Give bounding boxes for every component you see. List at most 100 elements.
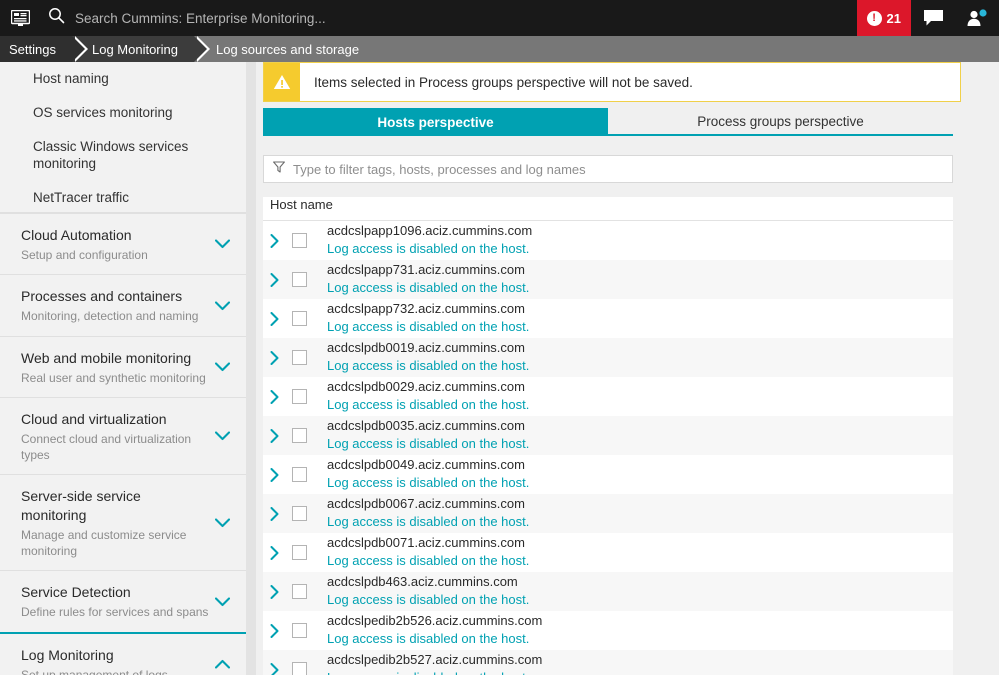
- chevron-right-icon[interactable]: [270, 390, 292, 404]
- table-row[interactable]: acdcslpapp732.aciz.cummins.com Log acces…: [263, 299, 953, 338]
- host-status[interactable]: Log access is disabled on the host.: [327, 554, 529, 569]
- sidebar-section-title: Cloud and virtualization: [21, 410, 210, 429]
- alert-badge[interactable]: ! 21: [857, 0, 911, 36]
- host-status[interactable]: Log access is disabled on the host.: [327, 281, 529, 296]
- sidebar-section-processes-and-containers[interactable]: Processes and containers Monitoring, det…: [0, 274, 246, 335]
- tab-process-groups-perspective[interactable]: Process groups perspective: [608, 108, 953, 136]
- breadcrumb-item-log-monitoring[interactable]: Log Monitoring: [72, 36, 194, 62]
- table-row[interactable]: acdcslpdb0071.aciz.cummins.com Log acces…: [263, 533, 953, 572]
- chevron-up-icon[interactable]: [215, 660, 230, 669]
- breadcrumb-label: Settings: [9, 42, 56, 57]
- host-status[interactable]: Log access is disabled on the host.: [327, 437, 529, 452]
- sidebar-section-subtitle: Setup and configuration: [21, 248, 210, 264]
- breadcrumb-label: Log sources and storage: [216, 42, 359, 57]
- row-checkbox[interactable]: [292, 389, 307, 404]
- host-status[interactable]: Log access is disabled on the host.: [327, 515, 529, 530]
- chevron-down-icon[interactable]: [215, 363, 230, 372]
- chevron-right-icon[interactable]: [270, 624, 292, 638]
- sidebar-section-subtitle: Connect cloud and virtualization types: [21, 432, 210, 463]
- host-status[interactable]: Log access is disabled on the host.: [327, 632, 542, 647]
- table-row[interactable]: acdcslpedib2b527.aciz.cummins.com Log ac…: [263, 650, 953, 675]
- settings-sidebar[interactable]: Host naming OS services monitoring Class…: [0, 62, 246, 675]
- tab-hosts-perspective[interactable]: Hosts perspective: [263, 108, 608, 136]
- row-checkbox[interactable]: [292, 272, 307, 287]
- row-texts: acdcslpapp732.aciz.cummins.com Log acces…: [327, 302, 529, 335]
- user-account-icon[interactable]: [955, 0, 999, 36]
- table-row[interactable]: acdcslpapp1096.aciz.cummins.com Log acce…: [263, 221, 953, 260]
- sidebar-item-label: Host naming: [33, 71, 109, 86]
- table-row[interactable]: acdcslpdb463.aciz.cummins.com Log access…: [263, 572, 953, 611]
- chevron-right-icon[interactable]: [270, 429, 292, 443]
- host-table: Host name acdcslpapp1096.aciz.cummins.co…: [263, 197, 953, 675]
- sidebar-item-nettracer-traffic[interactable]: NetTracer traffic: [0, 181, 246, 213]
- host-status[interactable]: Log access is disabled on the host.: [327, 476, 529, 491]
- host-status[interactable]: Log access is disabled on the host.: [327, 242, 532, 257]
- chat-icon[interactable]: [911, 0, 955, 36]
- host-name: acdcslpapp731.aciz.cummins.com: [327, 263, 529, 278]
- host-status[interactable]: Log access is disabled on the host.: [327, 593, 529, 608]
- row-checkbox[interactable]: [292, 428, 307, 443]
- chevron-right-icon[interactable]: [270, 663, 292, 675]
- sidebar-item-classic-windows-services-monitoring[interactable]: Classic Windows services monitoring: [0, 130, 246, 180]
- host-name: acdcslpdb0029.aciz.cummins.com: [327, 380, 529, 395]
- sidebar-section-web-and-mobile-monitoring[interactable]: Web and mobile monitoring Real user and …: [0, 336, 246, 397]
- table-row[interactable]: acdcslpdb0067.aciz.cummins.com Log acces…: [263, 494, 953, 533]
- breadcrumb-item-settings[interactable]: Settings: [0, 36, 72, 62]
- row-checkbox[interactable]: [292, 545, 307, 560]
- row-texts: acdcslpedib2b526.aciz.cummins.com Log ac…: [327, 614, 542, 647]
- row-checkbox[interactable]: [292, 233, 307, 248]
- sidebar-item-label: NetTracer traffic: [33, 190, 129, 205]
- row-checkbox[interactable]: [292, 584, 307, 599]
- host-name: acdcslpdb0035.aciz.cummins.com: [327, 419, 529, 434]
- chevron-right-icon[interactable]: [270, 468, 292, 482]
- search-icon: [48, 7, 65, 29]
- chevron-right-icon[interactable]: [270, 234, 292, 248]
- host-name: acdcslpedib2b527.aciz.cummins.com: [327, 653, 542, 668]
- chevron-right-icon[interactable]: [270, 351, 292, 365]
- search-input[interactable]: [75, 1, 857, 35]
- chevron-right-icon[interactable]: [270, 273, 292, 287]
- table-row[interactable]: acdcslpedib2b526.aciz.cummins.com Log ac…: [263, 611, 953, 650]
- alert-count: 21: [887, 11, 901, 26]
- host-status[interactable]: Log access is disabled on the host.: [327, 359, 529, 374]
- warning-banner: Items selected in Process groups perspec…: [263, 62, 961, 102]
- row-checkbox[interactable]: [292, 623, 307, 638]
- sidebar-section-service-detection[interactable]: Service Detection Define rules for servi…: [0, 570, 246, 631]
- sidebar-item-host-naming[interactable]: Host naming: [0, 62, 246, 96]
- filter-box[interactable]: [263, 155, 953, 183]
- chevron-right-icon[interactable]: [270, 546, 292, 560]
- host-name: acdcslpdb0049.aciz.cummins.com: [327, 458, 529, 473]
- sidebar-section-log-monitoring[interactable]: Log Monitoring Set up management of logs: [0, 632, 246, 675]
- row-checkbox[interactable]: [292, 506, 307, 521]
- host-status[interactable]: Log access is disabled on the host.: [327, 671, 542, 675]
- table-row[interactable]: acdcslpdb0019.aciz.cummins.com Log acces…: [263, 338, 953, 377]
- row-checkbox[interactable]: [292, 662, 307, 675]
- dashboard-icon[interactable]: [0, 0, 40, 36]
- sidebar-item-os-services-monitoring[interactable]: OS services monitoring: [0, 96, 246, 130]
- chevron-down-icon[interactable]: [215, 518, 230, 527]
- breadcrumb-label: Log Monitoring: [92, 42, 178, 57]
- chevron-down-icon[interactable]: [215, 432, 230, 441]
- row-checkbox[interactable]: [292, 311, 307, 326]
- chevron-right-icon[interactable]: [270, 585, 292, 599]
- row-checkbox[interactable]: [292, 467, 307, 482]
- host-status[interactable]: Log access is disabled on the host.: [327, 320, 529, 335]
- chevron-right-icon[interactable]: [270, 507, 292, 521]
- column-header-label: Host name: [270, 197, 333, 212]
- search-area[interactable]: [40, 0, 857, 36]
- sidebar-section-cloud-automation[interactable]: Cloud Automation Setup and configuration: [0, 213, 246, 274]
- chevron-down-icon[interactable]: [215, 597, 230, 606]
- table-row[interactable]: acdcslpdb0049.aciz.cummins.com Log acces…: [263, 455, 953, 494]
- table-row[interactable]: acdcslpdb0035.aciz.cummins.com Log acces…: [263, 416, 953, 455]
- row-checkbox[interactable]: [292, 350, 307, 365]
- chevron-down-icon[interactable]: [215, 240, 230, 249]
- chevron-down-icon[interactable]: [215, 301, 230, 310]
- chevron-right-icon[interactable]: [270, 312, 292, 326]
- sidebar-section-cloud-and-virtualization[interactable]: Cloud and virtualization Connect cloud a…: [0, 397, 246, 474]
- filter-input[interactable]: [293, 162, 943, 177]
- top-bar: ! 21: [0, 0, 999, 36]
- table-row[interactable]: acdcslpdb0029.aciz.cummins.com Log acces…: [263, 377, 953, 416]
- host-status[interactable]: Log access is disabled on the host.: [327, 398, 529, 413]
- table-row[interactable]: acdcslpapp731.aciz.cummins.com Log acces…: [263, 260, 953, 299]
- sidebar-section-server-side-service-monitoring[interactable]: Server-side service monitoring Manage an…: [0, 474, 246, 570]
